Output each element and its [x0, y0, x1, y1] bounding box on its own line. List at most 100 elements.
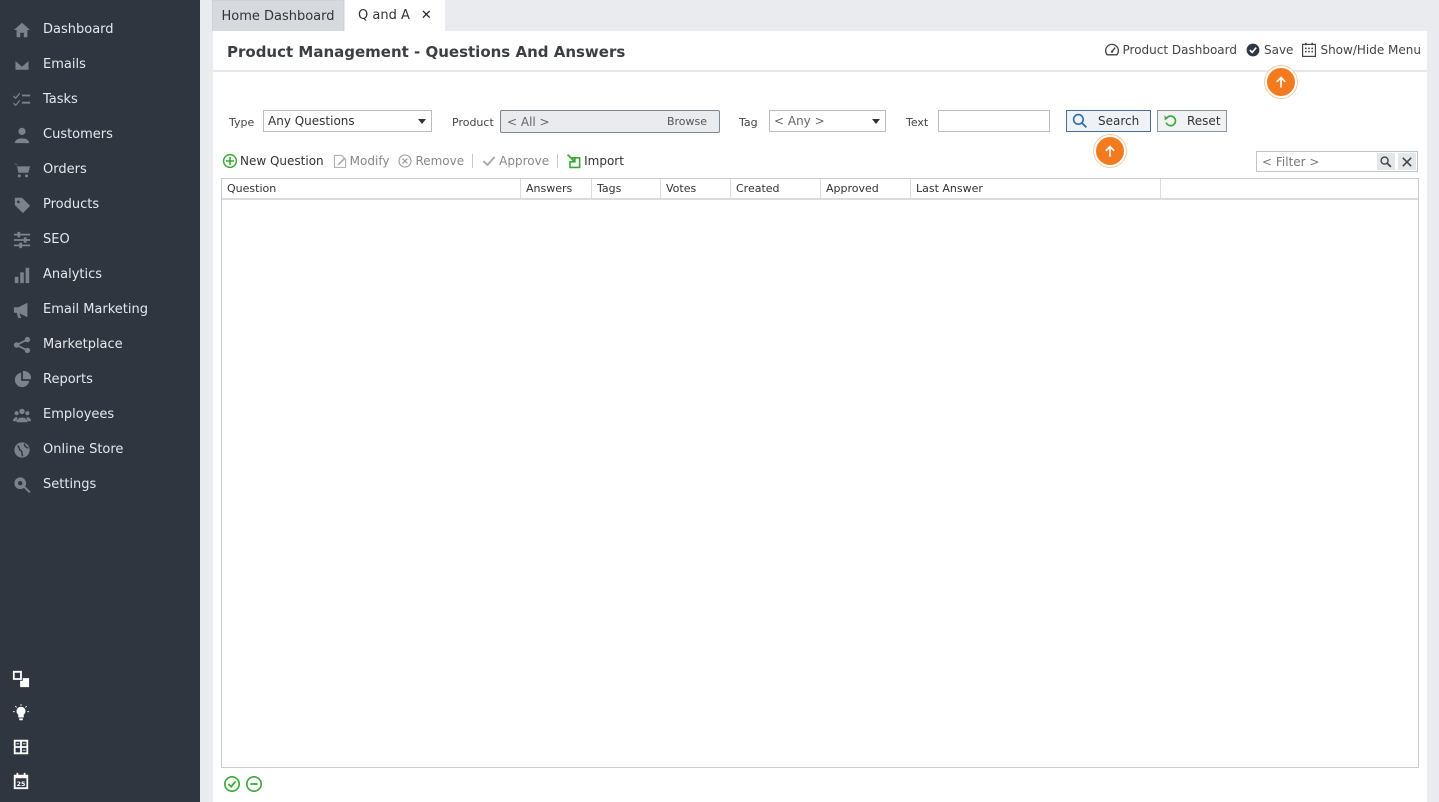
gear-search-icon [12, 476, 32, 494]
reset-button[interactable]: Reset [1157, 110, 1227, 132]
import-label: Import [584, 154, 624, 168]
questions-grid[interactable]: Question Answers Tags Votes Created Appr… [221, 178, 1419, 768]
calendar-icon[interactable]: 25 [12, 772, 30, 790]
column-votes[interactable]: Votes [661, 179, 731, 198]
sidebar-item-products[interactable]: Products [0, 187, 200, 222]
new-question-button[interactable]: New Question [222, 153, 324, 169]
chevron-down-icon [418, 119, 426, 124]
sidebar-item-label: Analytics [43, 267, 103, 282]
modify-button[interactable]: Modify [332, 153, 390, 169]
sidebar-item-email-marketing[interactable]: Email Marketing [0, 292, 200, 327]
hint-badge-search[interactable] [1094, 135, 1126, 167]
pie-chart-icon [12, 370, 32, 389]
sidebar-item-customers[interactable]: Customers [0, 117, 200, 152]
tag-select[interactable]: < Any > [769, 110, 886, 132]
column-extra [1161, 179, 1418, 198]
filter-placeholder: < Filter > [1262, 154, 1320, 169]
calendar-day: 25 [17, 781, 26, 788]
grid-filter[interactable]: < Filter > [1256, 151, 1418, 172]
header-actions: Product Dashboard Save Show/Hide Menu [1096, 42, 1421, 58]
share-icon [12, 336, 32, 354]
show-hide-menu-button[interactable]: Show/Hide Menu [1301, 42, 1421, 58]
column-tags[interactable]: Tags [592, 179, 661, 198]
home-icon [12, 21, 32, 39]
layout-icon[interactable] [12, 670, 30, 688]
browse-button[interactable]: Browse [667, 115, 707, 128]
sidebar-item-marketplace[interactable]: Marketplace [0, 327, 200, 362]
sidebar-item-orders[interactable]: Orders [0, 152, 200, 187]
sidebar-item-tasks[interactable]: Tasks [0, 82, 200, 117]
grid-calendar-icon [1302, 42, 1317, 57]
search-icon [1072, 113, 1088, 129]
sliders-icon [12, 231, 32, 249]
column-answers[interactable]: Answers [521, 179, 592, 198]
lightbulb-icon[interactable] [12, 704, 30, 722]
sidebar-item-label: Orders [43, 162, 87, 177]
sidebar-item-label: SEO [43, 232, 70, 247]
sidebar-item-dashboard[interactable]: Dashboard [0, 12, 200, 47]
sidebar-item-settings[interactable]: Settings [0, 467, 200, 502]
type-select[interactable]: Any Questions [263, 110, 432, 132]
person-icon [12, 126, 32, 144]
column-last-answer[interactable]: Last Answer [911, 179, 1161, 198]
sidebar-item-label: Reports [43, 372, 93, 387]
tab-label: Home Dashboard [221, 8, 335, 24]
page-header: Product Management - Questions And Answe… [213, 31, 1427, 72]
grid-header: Question Answers Tags Votes Created Appr… [222, 179, 1418, 200]
remove-button[interactable]: Remove [397, 153, 464, 169]
search-label: Search [1098, 114, 1140, 128]
check-all-icon[interactable] [223, 775, 241, 793]
hint-badge-save[interactable] [1265, 66, 1297, 98]
tab-q-and-a[interactable]: Q and A ✕ [345, 0, 445, 31]
sidebar-item-label: Emails [43, 57, 86, 72]
sidebar-item-emails[interactable]: Emails [0, 47, 200, 82]
sidebar-item-label: Products [43, 197, 100, 212]
column-question[interactable]: Question [222, 179, 521, 198]
import-icon [567, 153, 581, 169]
product-dashboard-label: Product Dashboard [1122, 43, 1237, 57]
tag-select-value: < Any > [774, 114, 825, 128]
uncheck-all-icon[interactable] [245, 775, 263, 793]
calculator-icon[interactable] [12, 738, 30, 756]
tag-icon [12, 196, 32, 214]
text-input[interactable] [938, 110, 1050, 132]
main-panel: Product Management - Questions And Answe… [213, 31, 1427, 802]
sidebar-item-label: Dashboard [43, 22, 114, 37]
tab-home-dashboard[interactable]: Home Dashboard [212, 0, 344, 31]
column-approved[interactable]: Approved [821, 179, 911, 198]
mail-icon [12, 56, 32, 74]
sidebar-item-label: Employees [43, 407, 115, 422]
sidebar-item-label: Tasks [43, 92, 78, 107]
sidebar-item-label: Online Store [43, 442, 124, 457]
import-button[interactable]: Import [566, 153, 624, 169]
modify-label: Modify [349, 154, 390, 168]
sidebar-item-online-store[interactable]: Online Store [0, 432, 200, 467]
sidebar-item-employees[interactable]: Employees [0, 397, 200, 432]
sidebar-item-label: Customers [43, 127, 113, 142]
tab-bar: Home Dashboard Q and A ✕ [200, 0, 1439, 31]
toolbar-divider [557, 154, 559, 168]
product-dashboard-button[interactable]: Product Dashboard [1104, 42, 1237, 58]
undo-icon [1164, 115, 1177, 127]
clear-filter-icon[interactable] [1398, 153, 1416, 170]
sidebar-item-seo[interactable]: SEO [0, 222, 200, 257]
checkmark-icon [482, 156, 496, 167]
product-label: Product [452, 116, 494, 129]
sidebar-item-label: Settings [43, 477, 97, 492]
toolbar: New Question Modify Remove Approve Impor… [222, 152, 632, 170]
sidebar-item-label: Email Marketing [43, 302, 148, 317]
close-icon[interactable]: ✕ [421, 8, 432, 23]
approve-button[interactable]: Approve [481, 153, 549, 169]
product-picker[interactable]: < All > Browse [500, 110, 720, 133]
sidebar: Dashboard Emails Tasks Customers Orders … [0, 0, 200, 802]
approve-label: Approve [499, 154, 550, 168]
sidebar-item-analytics[interactable]: Analytics [0, 257, 200, 292]
column-created[interactable]: Created [731, 179, 821, 198]
search-button[interactable]: Search [1066, 110, 1151, 132]
search-icon[interactable] [1377, 153, 1395, 170]
product-value: < All > [507, 114, 550, 129]
save-button[interactable]: Save [1245, 42, 1293, 58]
sidebar-item-reports[interactable]: Reports [0, 362, 200, 397]
check-circle-icon [1246, 43, 1260, 57]
page-title: Product Management - Questions And Answe… [227, 43, 626, 61]
